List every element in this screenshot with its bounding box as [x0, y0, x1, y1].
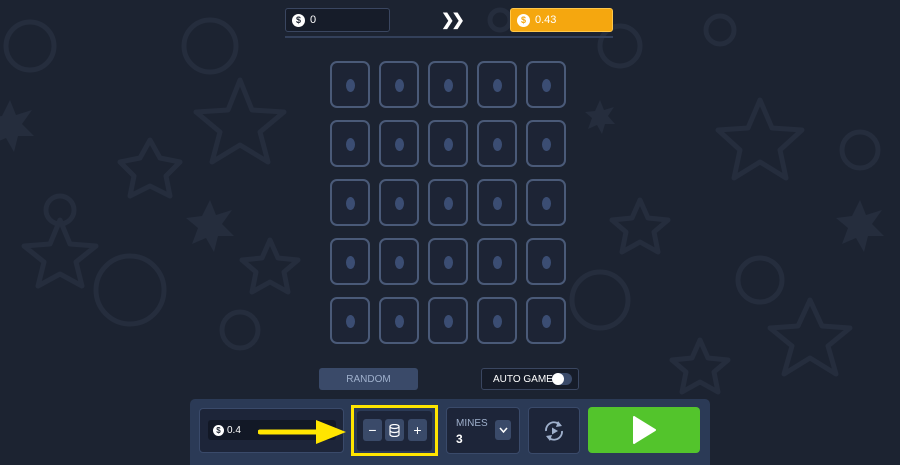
tile-dot-icon — [395, 137, 404, 151]
tile-dot-icon — [542, 255, 551, 269]
tile-dot-icon — [444, 255, 453, 269]
tile-dot-icon — [346, 314, 355, 328]
current-win-value: 0 — [310, 14, 317, 26]
dollar-coin-icon: $ — [292, 13, 305, 27]
mine-tile[interactable] — [428, 120, 468, 167]
mine-tile[interactable] — [477, 238, 517, 285]
tile-dot-icon — [493, 255, 502, 269]
play-button[interactable] — [588, 407, 700, 453]
auto-game-toggle[interactable]: AUTO GAME — [481, 368, 579, 390]
mine-tile[interactable] — [330, 61, 370, 108]
mine-tile[interactable] — [428, 179, 468, 226]
bet-amount-value: 0.4 — [227, 424, 241, 436]
tile-dot-icon — [444, 78, 453, 92]
double-chevron-right-icon: ❯❯ — [441, 12, 465, 29]
current-win-display: $ 0 — [285, 8, 390, 32]
mine-tile[interactable] — [477, 297, 517, 344]
mine-tile[interactable] — [379, 120, 419, 167]
mine-tile[interactable] — [330, 297, 370, 344]
highlight-frame — [351, 405, 438, 456]
mines-label: MINES — [456, 418, 488, 429]
mine-tile[interactable] — [477, 179, 517, 226]
mine-tile[interactable] — [379, 238, 419, 285]
tile-dot-icon — [493, 78, 502, 92]
tile-dot-icon — [542, 314, 551, 328]
tile-dot-icon — [395, 255, 404, 269]
mine-tile[interactable] — [526, 120, 566, 167]
mine-tile[interactable] — [477, 120, 517, 167]
autoplay-icon — [545, 420, 563, 441]
tile-dot-icon — [346, 137, 355, 151]
tile-dot-icon — [444, 196, 453, 210]
auto-game-switch[interactable] — [552, 373, 572, 385]
tile-dot-icon — [493, 314, 502, 328]
mine-tile[interactable] — [428, 61, 468, 108]
tile-dot-icon — [395, 78, 404, 92]
mine-tile[interactable] — [526, 297, 566, 344]
mine-tile[interactable] — [379, 297, 419, 344]
tile-dot-icon — [493, 137, 502, 151]
tile-dot-icon — [444, 137, 453, 151]
mine-tile[interactable] — [428, 238, 468, 285]
tile-dot-icon — [542, 196, 551, 210]
mine-tile[interactable] — [477, 61, 517, 108]
mines-count: 3 — [456, 432, 463, 446]
mine-tile[interactable] — [526, 61, 566, 108]
autoplay-button[interactable] — [528, 407, 580, 454]
top-bar: $ 0 ❯❯ $ 0.43 — [285, 8, 613, 38]
tile-dot-icon — [444, 314, 453, 328]
chevron-down-icon — [498, 427, 508, 433]
dollar-coin-icon: $ — [213, 424, 224, 436]
tile-dot-icon — [542, 137, 551, 151]
mine-tile[interactable] — [379, 61, 419, 108]
mine-tile[interactable] — [330, 179, 370, 226]
mines-selector[interactable]: MINES 3 — [446, 407, 520, 454]
tile-dot-icon — [395, 314, 404, 328]
auto-game-label: AUTO GAME — [493, 373, 553, 385]
dollar-coin-icon: $ — [517, 13, 530, 27]
mine-tile[interactable] — [330, 120, 370, 167]
play-icon — [633, 416, 656, 444]
next-win-display: $ 0.43 — [510, 8, 613, 32]
tile-dot-icon — [493, 196, 502, 210]
next-win-value: 0.43 — [535, 14, 557, 26]
tile-dot-icon — [395, 196, 404, 210]
tile-dot-icon — [346, 78, 355, 92]
random-button[interactable]: RANDOM — [319, 368, 418, 390]
mine-tile[interactable] — [526, 179, 566, 226]
progress-track — [285, 36, 613, 38]
mines-dropdown-button[interactable] — [495, 420, 511, 440]
tile-dot-icon — [542, 78, 551, 92]
mine-tile[interactable] — [428, 297, 468, 344]
tile-dot-icon — [346, 255, 355, 269]
mine-tile[interactable] — [526, 238, 566, 285]
tile-dot-icon — [346, 196, 355, 210]
mine-tile[interactable] — [330, 238, 370, 285]
mine-tile[interactable] — [379, 179, 419, 226]
switch-knob — [552, 373, 564, 385]
yellow-pointer-arrow-icon — [258, 420, 346, 444]
